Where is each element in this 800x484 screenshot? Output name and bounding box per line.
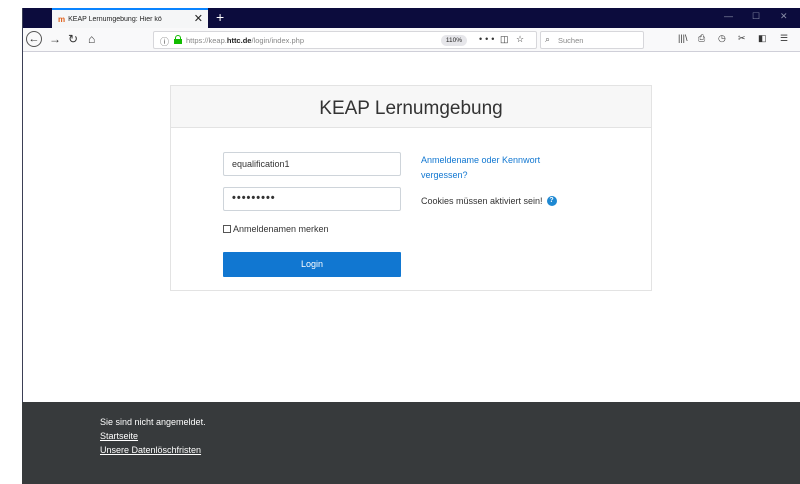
remember-username[interactable]: Anmeldenamen merken (223, 224, 329, 234)
screenshot-icon[interactable]: ✂ (738, 33, 746, 44)
tab-bar: m KEAP Lernumgebung: Hier kö ✕ + — ☐ ✕ (22, 8, 800, 28)
back-icon[interactable]: ← (26, 31, 42, 47)
home-icon[interactable]: ⌂ (88, 32, 95, 46)
nav-bar: ← → ↻ ⌂ ⓘ https://keap.httc.de/login/ind… (22, 28, 800, 52)
print-icon[interactable]: ⎙ (698, 33, 705, 44)
footer-link-datenloeschfristen[interactable]: Unsere Datenlöschfristen (100, 445, 201, 455)
forward-icon[interactable]: → (49, 32, 61, 46)
reload-icon[interactable]: ↻ (68, 32, 78, 46)
window-close-icon[interactable]: ✕ (780, 11, 788, 22)
minimize-icon[interactable]: — (724, 11, 733, 21)
login-button[interactable]: Login (223, 252, 401, 277)
remember-checkbox[interactable] (223, 225, 231, 233)
search-input[interactable]: ⌕ Suchen (540, 31, 644, 49)
forgot-password-link[interactable]: Anmeldename oder Kennwort vergessen? (421, 153, 581, 183)
footer-link-startseite[interactable]: Startseite (100, 431, 138, 441)
library-icon[interactable]: |||\ (678, 33, 688, 43)
url-text[interactable]: https://keap.httc.de/login/index.php (186, 36, 304, 45)
page-footer: Sie sind nicht angemeldet. Startseite Un… (22, 402, 800, 484)
page-title: KEAP Lernumgebung (319, 98, 503, 119)
sidebar-icon[interactable]: ◧ (758, 33, 767, 44)
new-tab-icon[interactable]: + (216, 9, 224, 25)
login-status: Sie sind nicht angemeldet. (100, 417, 206, 427)
info-icon[interactable]: ⓘ (160, 35, 169, 48)
history-icon[interactable]: ◷ (718, 33, 726, 44)
password-field[interactable]: ••••••••• (223, 187, 401, 211)
menu-icon[interactable]: ☰ (780, 33, 788, 44)
moodle-icon: m (58, 14, 66, 24)
maximize-icon[interactable]: ☐ (752, 11, 760, 22)
url-bar[interactable]: ⓘ https://keap.httc.de/login/index.php 1… (153, 31, 537, 49)
page-actions-icon[interactable]: ••• (479, 34, 497, 44)
username-field[interactable]: equalification1 (223, 152, 401, 176)
close-tab-icon[interactable]: ✕ (194, 12, 203, 25)
search-icon: ⌕ (545, 34, 551, 44)
browser-window: m KEAP Lernumgebung: Hier kö ✕ + — ☐ ✕ ←… (0, 0, 800, 484)
cookies-notice: Cookies müssen aktiviert sein! ? (421, 196, 557, 206)
help-icon[interactable]: ? (546, 196, 557, 206)
remember-label: Anmeldenamen merken (233, 224, 329, 234)
zoom-badge[interactable]: 110% (441, 35, 467, 46)
bookmark-star-icon[interactable]: ☆ (516, 34, 527, 45)
cookies-text: Cookies müssen aktiviert sein! (421, 196, 543, 206)
tab-title: KEAP Lernumgebung: Hier kö (68, 15, 162, 23)
search-placeholder: Suchen (558, 36, 584, 45)
login-card: KEAP Lernumgebung equalification1 ••••••… (170, 85, 652, 291)
pocket-icon[interactable]: ◫ (500, 34, 512, 45)
login-card-header: KEAP Lernumgebung (171, 86, 651, 128)
tab-keap[interactable]: m KEAP Lernumgebung: Hier kö ✕ (52, 8, 208, 28)
lock-icon[interactable] (174, 35, 182, 44)
